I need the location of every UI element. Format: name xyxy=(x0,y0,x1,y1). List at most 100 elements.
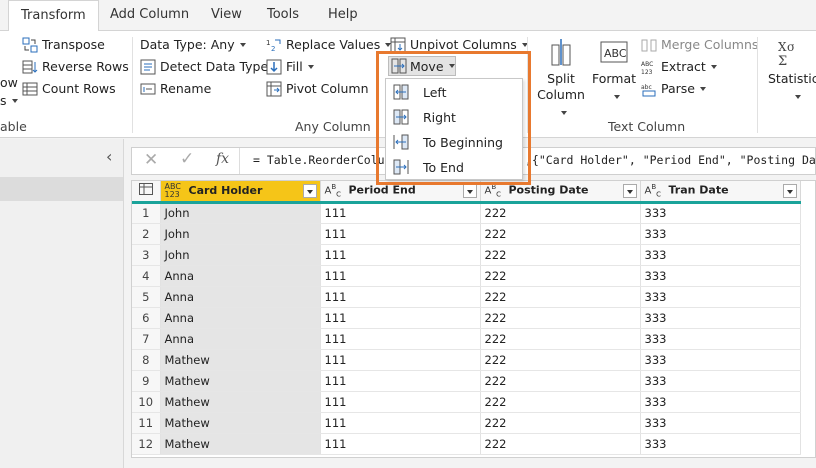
row-number[interactable]: 12 xyxy=(132,433,161,455)
table-cell[interactable]: Mathew xyxy=(160,433,321,455)
table-cell[interactable]: 111 xyxy=(320,412,481,434)
table-cell[interactable]: Mathew xyxy=(160,370,321,392)
table-cell[interactable]: Anna xyxy=(160,328,321,350)
row-number[interactable]: 2 xyxy=(132,223,161,245)
column-header-tran-date[interactable]: ABC Tran Date xyxy=(640,181,801,204)
format-button[interactable]: ABC Format xyxy=(589,37,639,103)
move-left-item[interactable]: Left xyxy=(386,80,524,104)
transpose-button[interactable]: Transpose xyxy=(22,35,105,55)
table-cell[interactable]: 222 xyxy=(480,433,641,455)
table-cell[interactable]: Anna xyxy=(160,286,321,308)
extract-dropdown[interactable]: ABC 123 Extract xyxy=(641,57,717,77)
table-cell[interactable]: 333 xyxy=(640,265,801,287)
table-cell[interactable]: 111 xyxy=(320,307,481,329)
table-row[interactable]: 3 John 111 222 333 xyxy=(132,244,801,266)
table-cell[interactable]: 333 xyxy=(640,433,801,455)
table-row[interactable]: 8 Mathew 111 222 333 xyxy=(132,349,801,371)
detect-data-type-button[interactable]: Detect Data Type xyxy=(140,57,268,77)
table-cell[interactable]: 333 xyxy=(640,202,801,224)
table-cell[interactable]: Mathew xyxy=(160,391,321,413)
row-number[interactable]: 8 xyxy=(132,349,161,371)
table-cell[interactable]: 222 xyxy=(480,265,641,287)
table-cell[interactable]: 111 xyxy=(320,349,481,371)
row-number[interactable]: 11 xyxy=(132,412,161,434)
table-cell[interactable]: John xyxy=(160,202,321,224)
row-number[interactable]: 4 xyxy=(132,265,161,287)
column-header-posting-date[interactable]: ABC Posting Date xyxy=(480,181,641,204)
table-row[interactable]: 6 Anna 111 222 333 xyxy=(132,307,801,329)
table-cell[interactable]: 333 xyxy=(640,328,801,350)
split-column-button[interactable]: Split Column xyxy=(533,37,589,119)
table-cell[interactable]: 333 xyxy=(640,391,801,413)
table-row[interactable]: 2 John 111 222 333 xyxy=(132,223,801,245)
table-cell[interactable]: Mathew xyxy=(160,412,321,434)
table-cell[interactable]: 333 xyxy=(640,244,801,266)
table-menu-button[interactable] xyxy=(132,181,161,204)
row-number[interactable]: 10 xyxy=(132,391,161,413)
tab-transform[interactable]: Transform xyxy=(8,0,99,31)
table-row[interactable]: 12 Mathew 111 222 333 xyxy=(132,433,801,455)
table-cell[interactable]: 333 xyxy=(640,307,801,329)
table-cell[interactable]: 222 xyxy=(480,286,641,308)
merge-columns-button[interactable]: Merge Columns xyxy=(641,35,758,55)
tab-view[interactable]: View xyxy=(211,0,242,30)
row-number[interactable]: 5 xyxy=(132,286,161,308)
table-cell[interactable]: 111 xyxy=(320,286,481,308)
row-number[interactable]: 7 xyxy=(132,328,161,350)
row-number[interactable]: 6 xyxy=(132,307,161,329)
table-cell[interactable]: 111 xyxy=(320,328,481,350)
table-cell[interactable]: John xyxy=(160,244,321,266)
table-row[interactable]: 11 Mathew 111 222 333 xyxy=(132,412,801,434)
cutoff-label-1[interactable]: ow xyxy=(0,73,18,93)
table-cell[interactable]: 222 xyxy=(480,370,641,392)
table-cell[interactable]: John xyxy=(160,223,321,245)
table-row[interactable]: 10 Mathew 111 222 333 xyxy=(132,391,801,413)
table-cell[interactable]: Anna xyxy=(160,265,321,287)
table-cell[interactable]: Anna xyxy=(160,307,321,329)
table-cell[interactable]: 222 xyxy=(480,307,641,329)
column-filter-button[interactable] xyxy=(782,184,797,198)
data-type-dropdown[interactable]: Data Type: Any xyxy=(140,35,246,55)
fill-dropdown[interactable]: Fill xyxy=(266,57,314,77)
count-rows-button[interactable]: Count Rows xyxy=(22,79,116,99)
replace-values-button[interactable]: 12 Replace Values xyxy=(266,35,392,55)
table-cell[interactable]: 111 xyxy=(320,202,481,224)
table-cell[interactable]: 333 xyxy=(640,349,801,371)
row-number[interactable]: 3 xyxy=(132,244,161,266)
formula-text[interactable]: = Table.ReorderColum xyxy=(253,153,391,167)
table-cell[interactable]: 333 xyxy=(640,370,801,392)
table-cell[interactable]: 333 xyxy=(640,223,801,245)
table-row[interactable]: 9 Mathew 111 222 333 xyxy=(132,370,801,392)
unpivot-columns-button[interactable]: Unpivot Columns xyxy=(390,35,528,55)
table-cell[interactable]: 222 xyxy=(480,349,641,371)
cancel-icon[interactable]: ✕ xyxy=(144,150,158,170)
tab-help[interactable]: Help xyxy=(328,0,358,30)
selected-query-item[interactable] xyxy=(0,177,123,201)
table-cell[interactable]: 111 xyxy=(320,370,481,392)
table-cell[interactable]: 222 xyxy=(480,202,641,224)
move-to-beginning-item[interactable]: To Beginning xyxy=(386,130,524,154)
table-cell[interactable]: 222 xyxy=(480,244,641,266)
statistics-button[interactable]: XσΣ Statistics xyxy=(764,37,816,103)
column-header-card-holder[interactable]: ABC 123 Card Holder xyxy=(160,181,321,204)
row-number[interactable]: 1 xyxy=(132,202,161,224)
row-number[interactable]: 9 xyxy=(132,370,161,392)
column-header-period-end[interactable]: ABC Period End xyxy=(320,181,481,204)
table-cell[interactable]: 333 xyxy=(640,286,801,308)
table-cell[interactable]: 111 xyxy=(320,265,481,287)
table-cell[interactable]: 111 xyxy=(320,244,481,266)
table-row[interactable]: 1 John 111 222 333 xyxy=(132,202,801,224)
table-row[interactable]: 5 Anna 111 222 333 xyxy=(132,286,801,308)
rename-button[interactable]: Rename xyxy=(140,79,211,99)
move-to-end-item[interactable]: To End xyxy=(386,155,524,179)
parse-dropdown[interactable]: abc Parse xyxy=(641,79,706,99)
table-row[interactable]: 4 Anna 111 222 333 xyxy=(132,265,801,287)
column-filter-button[interactable] xyxy=(462,184,477,198)
table-cell[interactable]: 333 xyxy=(640,412,801,434)
table-cell[interactable]: Mathew xyxy=(160,349,321,371)
move-dropdown-button[interactable]: Move xyxy=(388,56,456,76)
table-cell[interactable]: 111 xyxy=(320,433,481,455)
column-filter-button[interactable] xyxy=(302,184,317,198)
cutoff-label-2[interactable]: s xyxy=(0,91,18,111)
fx-icon[interactable]: fx xyxy=(216,151,229,167)
